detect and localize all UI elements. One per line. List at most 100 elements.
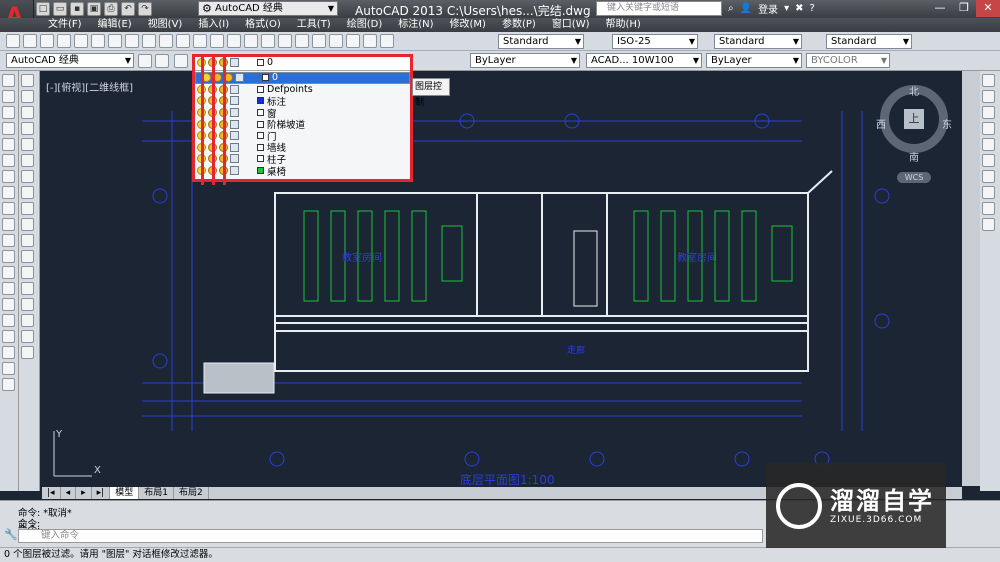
print-icon[interactable]	[57, 34, 71, 48]
search-input[interactable]: 键入关键字或短语	[596, 1, 722, 16]
lock-icon[interactable]	[230, 58, 239, 68]
layer-control-current[interactable]: 0	[195, 57, 410, 71]
tab-nav-last[interactable]: ▸|	[92, 487, 111, 499]
table-icon[interactable]	[2, 346, 15, 359]
viewcube-south[interactable]: 南	[909, 149, 919, 164]
lock-icon[interactable]	[230, 131, 239, 141]
maximize-button[interactable]: ❐	[952, 0, 976, 17]
drawing-canvas[interactable]: 教室房间 教室房间 走廊 底层平面图1:100 Y X	[42, 71, 962, 487]
properties-icon[interactable]	[278, 34, 292, 48]
blend-curves-icon[interactable]	[21, 330, 34, 343]
hatch-icon[interactable]	[2, 298, 15, 311]
menu-parametric[interactable]: 参数(P)	[494, 18, 544, 32]
help-icon[interactable]: ?	[809, 3, 814, 14]
break-icon[interactable]	[21, 266, 34, 279]
point-icon[interactable]	[2, 282, 15, 295]
save-icon[interactable]	[40, 34, 54, 48]
circle-icon[interactable]	[2, 170, 15, 183]
open-icon[interactable]	[23, 34, 37, 48]
close-button[interactable]: ✕	[976, 0, 1000, 17]
layer-row[interactable]: 桌椅	[195, 165, 410, 178]
new-icon[interactable]	[6, 34, 20, 48]
wrench-icon[interactable]: 🔧	[4, 528, 18, 541]
binoculars-icon[interactable]: ⌕	[728, 3, 734, 14]
menu-help[interactable]: 帮助(H)	[598, 18, 649, 32]
arc-icon[interactable]	[2, 154, 15, 167]
mirror-icon[interactable]	[21, 106, 34, 119]
layer-control-dropdown[interactable]: 0 0 Defpoints 标注窗阶梯坡道门墙线 柱子 桌椅	[192, 54, 413, 185]
lock-icon[interactable]	[230, 142, 239, 152]
erase-icon[interactable]	[21, 74, 34, 87]
layer-row[interactable]: 门	[195, 130, 410, 143]
break-at-point-icon[interactable]	[21, 250, 34, 263]
make-block-icon[interactable]	[2, 266, 15, 279]
login-button[interactable]: 登录	[758, 1, 778, 16]
lock-icon[interactable]	[230, 84, 239, 94]
gradient-icon[interactable]	[2, 314, 15, 327]
menu-dimension[interactable]: 标注(N)	[390, 18, 441, 32]
sheet-set-icon[interactable]	[329, 34, 343, 48]
menu-insert[interactable]: 插入(I)	[190, 18, 237, 32]
lock-icon[interactable]	[230, 96, 239, 106]
gear-icon[interactable]	[138, 54, 152, 68]
pan-icon[interactable]	[210, 34, 224, 48]
tab-layout1[interactable]: 布局1	[139, 487, 174, 499]
dropdown-icon[interactable]: ▾	[784, 3, 789, 14]
command-input[interactable]: 键入命令	[18, 529, 763, 543]
layer-properties-icon[interactable]	[155, 54, 169, 68]
polygon-icon[interactable]	[2, 122, 15, 135]
lineweight-dropdown[interactable]: ByLayer ▼	[706, 53, 802, 68]
copy-icon[interactable]	[125, 34, 139, 48]
multileader-style-dropdown[interactable]: Standard ▼	[826, 34, 912, 49]
saveas-icon[interactable]: ▣	[87, 2, 101, 16]
dim-style-dropdown[interactable]: ISO-25 ▼	[612, 34, 698, 49]
vertical-scrollbar[interactable]	[962, 71, 980, 486]
fillet-icon[interactable]	[21, 314, 34, 327]
menu-draw[interactable]: 绘图(D)	[339, 18, 391, 32]
viewcube-top-face[interactable]: 上	[904, 109, 924, 129]
layer-row[interactable]: 墙线	[195, 142, 410, 154]
menu-file[interactable]: 文件(F)	[40, 18, 90, 32]
zoom-previous-icon[interactable]	[261, 34, 275, 48]
redo-icon[interactable]: ↷	[138, 2, 152, 16]
undo-icon[interactable]: ↶	[121, 2, 135, 16]
lock-icon[interactable]	[230, 108, 239, 118]
layer-row[interactable]: Defpoints	[195, 84, 410, 96]
zoom-realtime-icon[interactable]	[227, 34, 241, 48]
stretch-icon[interactable]	[21, 202, 34, 215]
construction-line-icon[interactable]	[2, 90, 15, 103]
zoom-window-icon[interactable]	[244, 34, 258, 48]
explode-icon[interactable]	[21, 346, 34, 359]
dimension-icon[interactable]	[982, 74, 995, 87]
tab-nav-next[interactable]: ▸	[76, 487, 92, 499]
layer-row[interactable]: 阶梯坡道	[195, 118, 410, 131]
publish-icon[interactable]	[91, 34, 105, 48]
trim-icon[interactable]	[21, 218, 34, 231]
wcs-menu[interactable]: WCS	[897, 172, 931, 183]
print-icon[interactable]: ⎙	[104, 2, 118, 16]
redo-icon[interactable]	[193, 34, 207, 48]
array-icon[interactable]	[21, 138, 34, 151]
plotstyle-dropdown[interactable]: BYCOLOR ▼	[806, 53, 890, 68]
multiline-text-icon[interactable]	[2, 362, 15, 375]
orbit-icon[interactable]	[982, 186, 995, 199]
menu-modify[interactable]: 修改(M)	[442, 18, 494, 32]
lock-icon[interactable]	[230, 166, 239, 176]
draw-order-icon[interactable]	[982, 90, 995, 103]
design-center-icon[interactable]	[295, 34, 309, 48]
undo-icon[interactable]	[176, 34, 190, 48]
ellipse-icon[interactable]	[2, 218, 15, 231]
tab-nav-prev[interactable]: ◂	[61, 487, 77, 499]
revision-cloud-icon[interactable]	[2, 186, 15, 199]
ucs-toolbar-icon[interactable]	[982, 202, 995, 215]
text-icon[interactable]	[982, 138, 995, 151]
viewport-label[interactable]: [-][俯视][二维线框]	[46, 79, 133, 94]
layer-row[interactable]: 标注	[195, 95, 410, 108]
menu-format[interactable]: 格式(O)	[237, 18, 289, 32]
layer-row[interactable]: 柱子	[195, 153, 410, 166]
user-icon[interactable]: 👤	[740, 3, 752, 14]
menu-edit[interactable]: 编辑(E)	[90, 18, 140, 32]
viewcube-east[interactable]: 东	[942, 116, 952, 131]
markup-icon[interactable]	[346, 34, 360, 48]
save-icon[interactable]: ▪	[70, 2, 84, 16]
